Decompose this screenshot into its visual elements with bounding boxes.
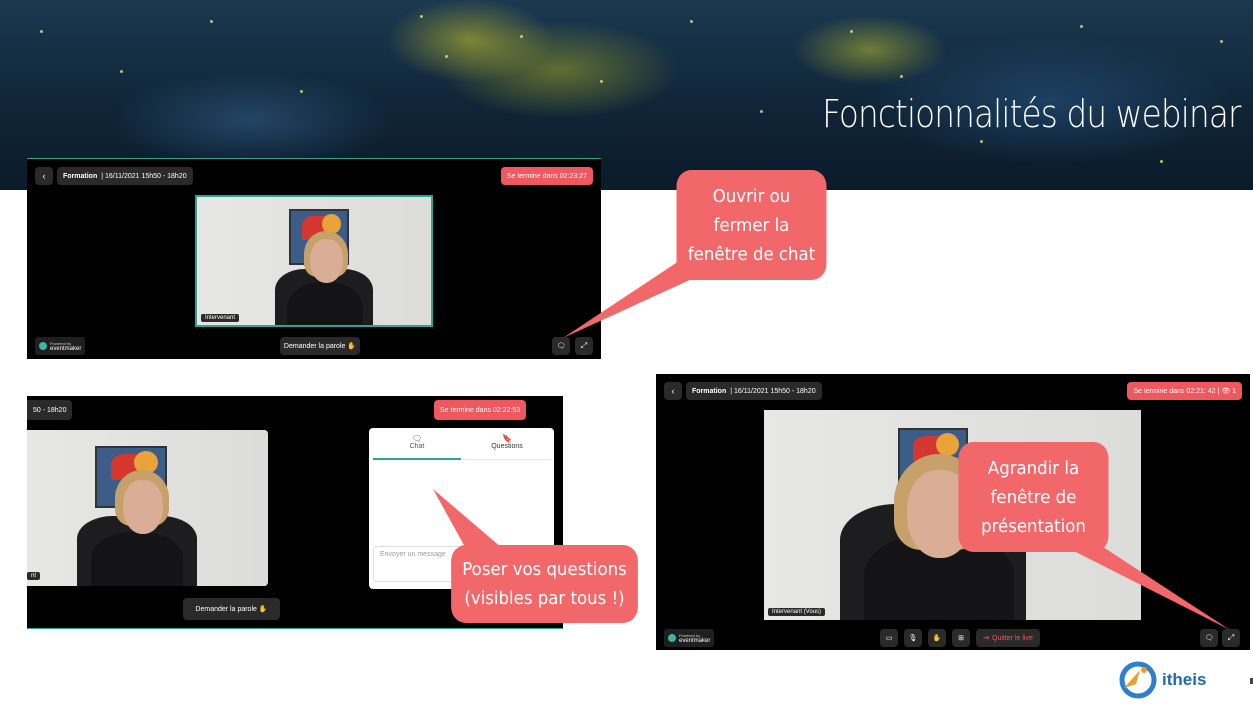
itheis-logo: itheis — [1118, 660, 1206, 700]
bookmark-icon: 🔖 — [502, 434, 512, 443]
back-button[interactable]: ‹ — [664, 382, 682, 400]
webinar-screenshot-1: ‹ Formation | 16/11/2021 15h50 - 18h20 S… — [27, 158, 601, 359]
brand-name: itheis — [1162, 670, 1207, 689]
callout-questions: Poser vos questions (visibles par tous !… — [451, 545, 638, 623]
session-title: Formation — [63, 172, 98, 180]
leave-live-button[interactable]: ⇥ Quitter le live — [976, 629, 1040, 647]
powered-by-badge[interactable]: Powered by eventmaker — [35, 337, 86, 355]
session-pill: Formation | 16/11/2021 15h50 - 18h20 — [57, 167, 193, 185]
speaker-tag: Intervenant (Vous) — [768, 608, 826, 616]
eventmaker-logo-icon — [39, 342, 47, 350]
slide-title: Fonctionnalités du webinar — [822, 92, 1242, 136]
session-pill: Formation | 16/11/2021 15h50 - 18h20 — [686, 382, 822, 400]
chat-toggle-button[interactable]: 🗨 — [1200, 629, 1218, 647]
session-pill: 50 - 18h20 — [27, 400, 73, 420]
timer-text: Se termine dans 02:21: 42 | 👁 1 — [1133, 388, 1236, 395]
speaker-tag: nt — [27, 572, 41, 580]
eventmaker-logo-icon — [668, 634, 676, 642]
timer-badge: Se termine dans 02:22:53 — [434, 400, 527, 420]
session-date: | 16/11/2021 15h50 - 18h20 — [730, 387, 816, 395]
powered-by-badge[interactable]: Powered by eventmaker — [664, 629, 715, 647]
raise-hand-button[interactable]: ✋ — [928, 629, 946, 647]
timer-badge: Se termine dans 02:21: 42 | 👁 1 — [1127, 382, 1242, 400]
session-date: | 16/11/2021 15h50 - 18h20 — [101, 172, 187, 180]
chat-bubble-icon: 🗨 — [411, 434, 423, 443]
session-title: Formation — [692, 387, 727, 395]
chat-toggle-button[interactable]: 🗨 — [552, 337, 570, 355]
timer-text: Se termine dans 02:23:27 — [506, 172, 587, 180]
request-floor-button[interactable]: Demander la parole ✋ — [183, 598, 280, 620]
request-floor-button[interactable]: Demander la parole ✋ — [280, 337, 360, 355]
expand-button[interactable]: ⤢ — [575, 337, 593, 355]
tab-questions[interactable]: 🔖 Questions — [463, 428, 551, 460]
expand-button[interactable]: ⤢ — [1222, 629, 1240, 647]
itheis-logo-icon — [1118, 660, 1158, 700]
camera-button[interactable]: ▭ — [880, 629, 898, 647]
speaker-video: Intervenant — [195, 195, 433, 327]
back-button[interactable]: ‹ — [35, 167, 53, 185]
callout-chat-toggle: Ouvrir ou fermer la fenêtre de chat — [676, 170, 827, 280]
timer-text: Se termine dans 02:22:53 — [440, 406, 521, 414]
tab-chat[interactable]: 🗨 Chat — [373, 428, 461, 460]
callout-expand: Agrandir la fenêtre de présentation — [958, 442, 1109, 552]
session-date: 50 - 18h20 — [33, 406, 67, 414]
speaker-tag: Intervenant — [201, 314, 240, 322]
speaker-video: nt — [27, 430, 268, 586]
webinar-screenshot-3: ‹ Formation | 16/11/2021 15h50 - 18h20 S… — [656, 374, 1250, 650]
microphone-button[interactable]: 🎙 — [904, 629, 922, 647]
timer-badge: Se termine dans 02:23:27 — [500, 167, 593, 185]
share-screen-button[interactable]: ⊞ — [952, 629, 970, 647]
leave-icon: ⇥ — [983, 635, 989, 642]
